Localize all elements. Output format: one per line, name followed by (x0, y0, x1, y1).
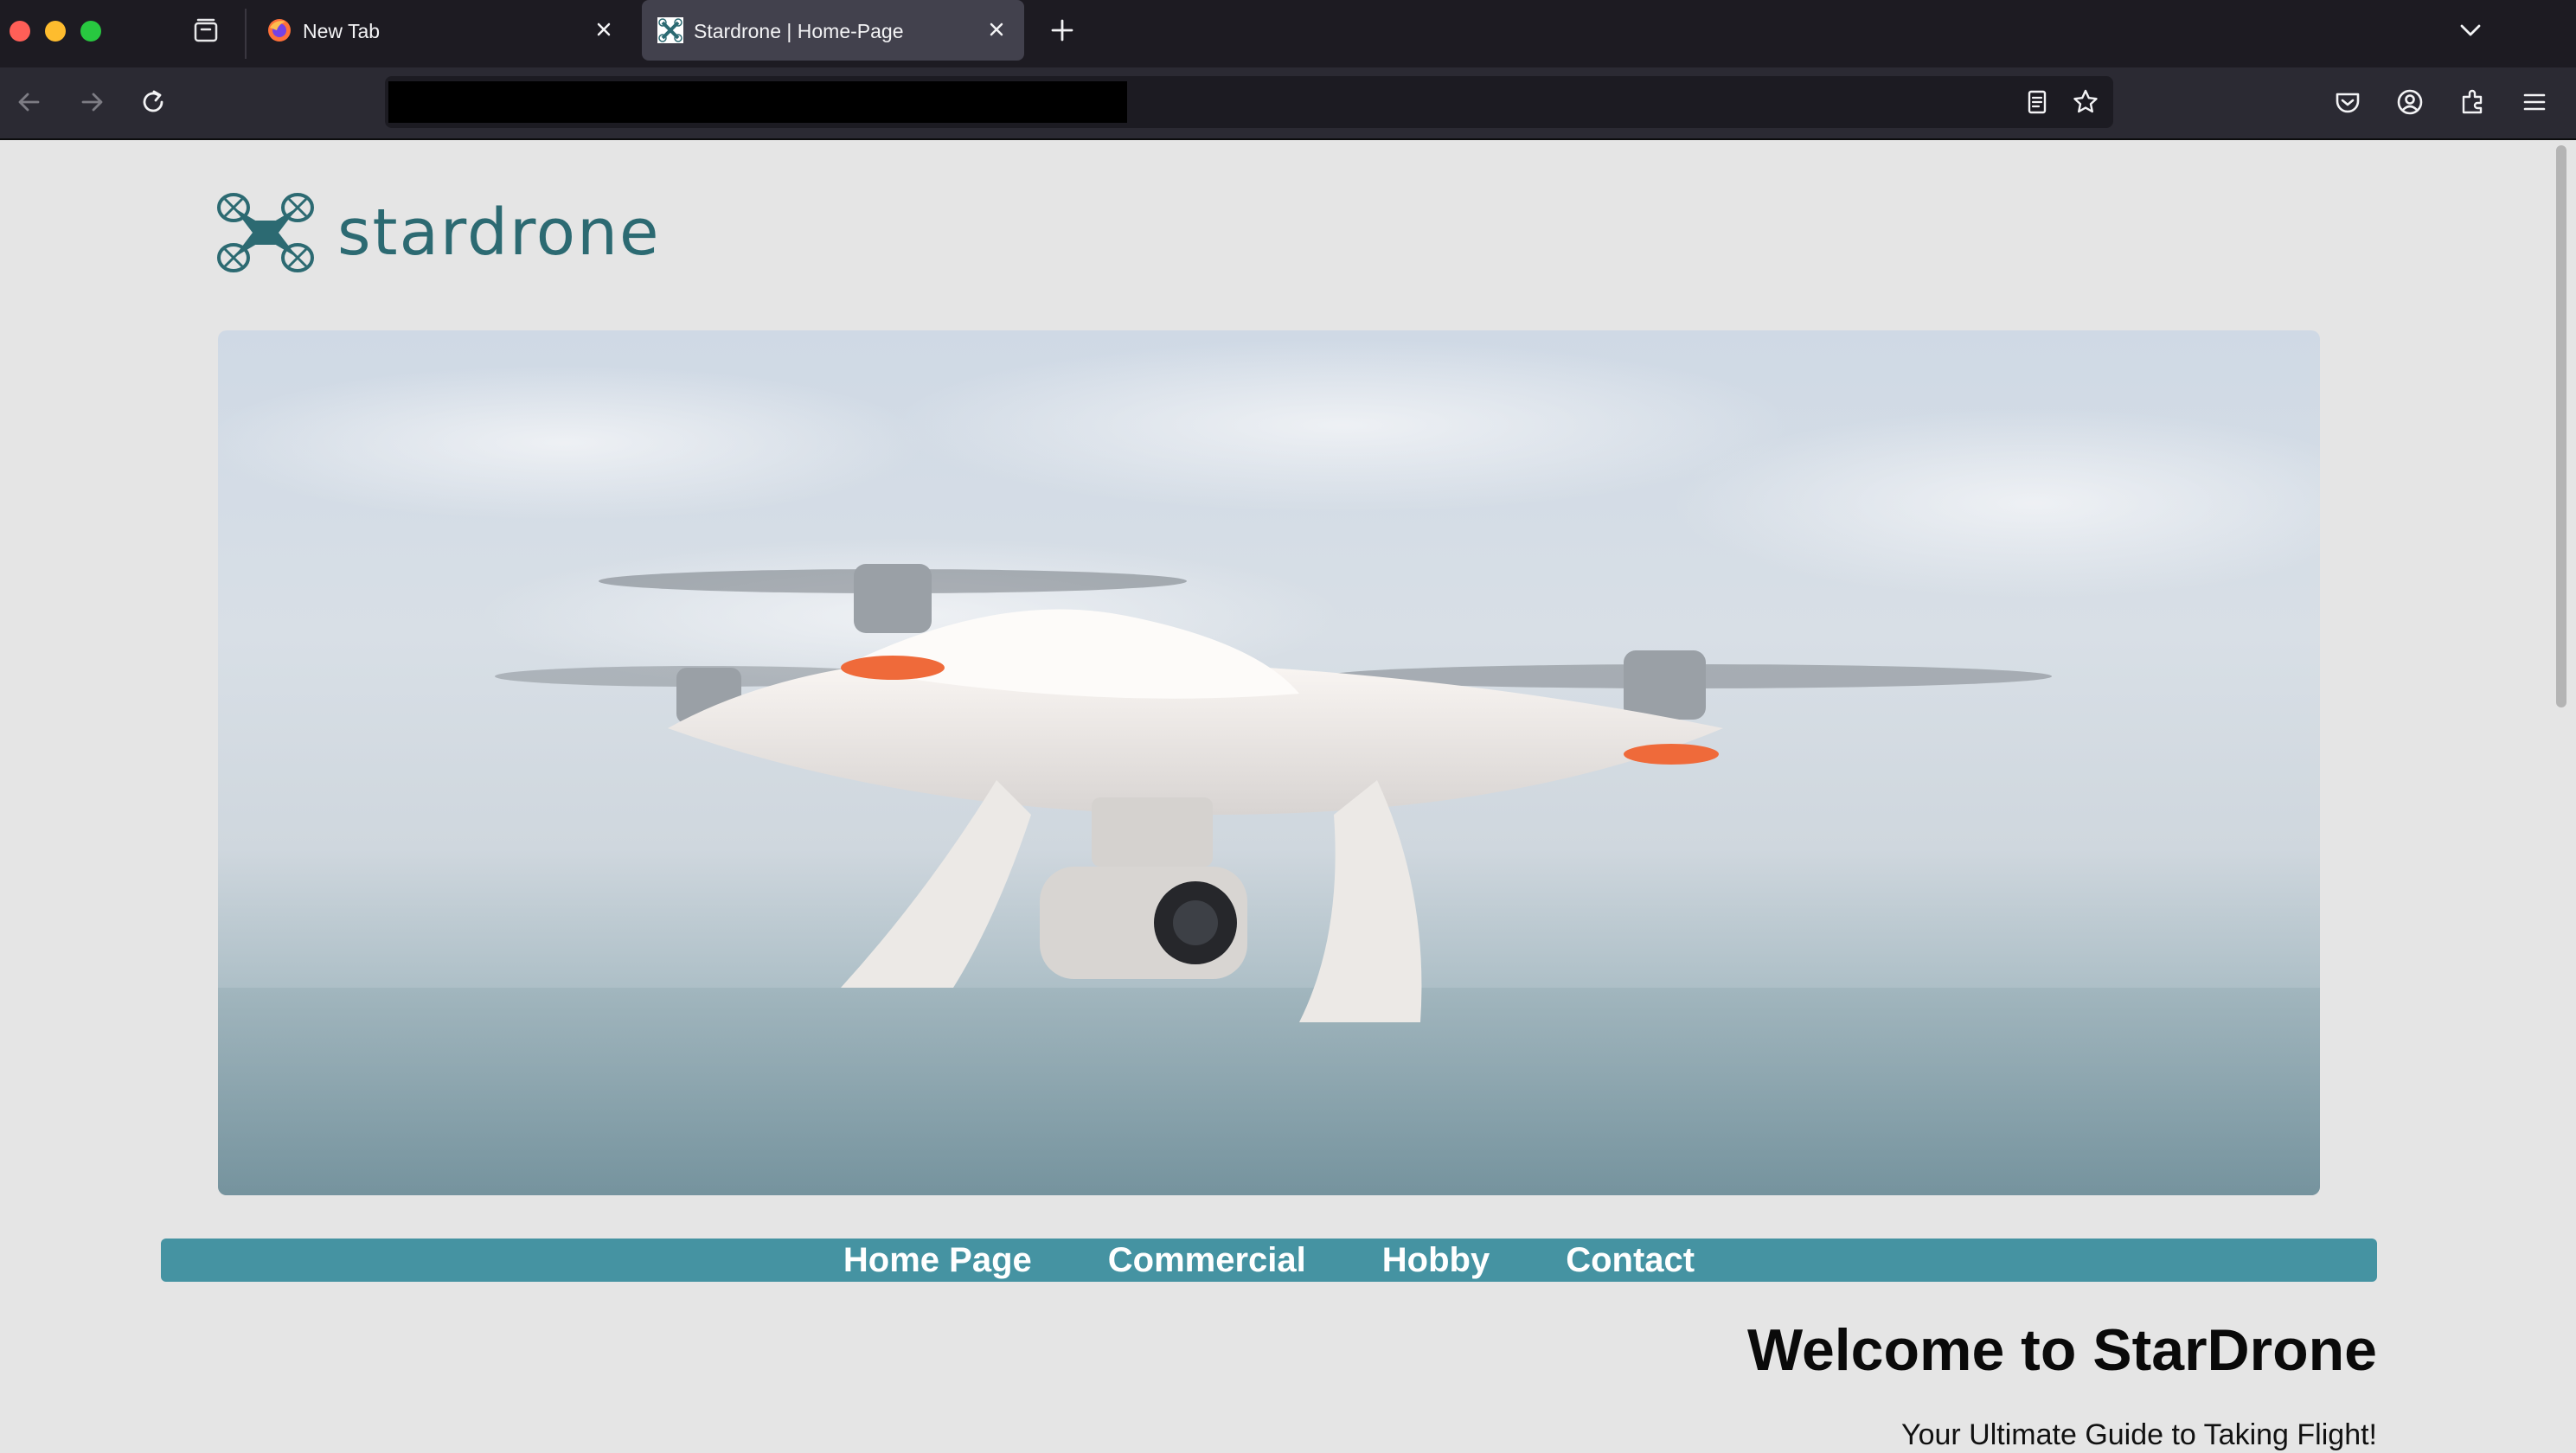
pocket-icon[interactable] (2330, 85, 2365, 119)
back-icon[interactable] (12, 85, 47, 119)
chevron-down-icon[interactable] (2455, 15, 2486, 46)
stardrone-favicon (657, 17, 683, 43)
url-bar[interactable] (385, 76, 2113, 128)
extensions-icon[interactable] (2455, 85, 2489, 119)
menu-icon[interactable] (2517, 85, 2552, 119)
nav-link-contact[interactable]: Contact (1566, 1243, 1695, 1277)
drone-photo (218, 339, 2320, 1195)
tagline: Your Ultimate Guide to Taking Flight! (1901, 1418, 2377, 1451)
nav-link-hobby[interactable]: Hobby (1382, 1243, 1490, 1277)
reload-icon[interactable] (137, 85, 171, 119)
nav-link-commercial[interactable]: Commercial (1108, 1243, 1306, 1277)
logo-wordmark: stardrone (337, 195, 661, 270)
new-tab-plus-icon[interactable] (1047, 15, 1078, 46)
firefox-view-icon[interactable] (190, 16, 221, 47)
minimize-window-button[interactable] (45, 21, 66, 42)
tab-title: New Tab (303, 20, 381, 42)
close-tab-icon[interactable] (983, 16, 1010, 43)
page-viewport: stardrone Home Page Commercial Hobby Con… (0, 140, 2576, 1453)
tab-stardrone-home[interactable]: Stardrone | Home-Page (642, 0, 1024, 61)
account-icon[interactable] (2393, 85, 2427, 119)
reader-view-icon[interactable] (2022, 86, 2053, 118)
forward-icon[interactable] (74, 85, 109, 119)
hero-drone-image (218, 330, 2320, 1195)
close-window-button[interactable] (10, 21, 30, 42)
nav-link-home-page[interactable]: Home Page (843, 1243, 1032, 1277)
tab-separator (245, 9, 247, 59)
url-text-redacted[interactable] (388, 81, 1127, 123)
drone-logo-icon (217, 193, 314, 272)
browser-toolbar (0, 67, 2576, 140)
tab-title: Stardrone | Home-Page (694, 20, 904, 42)
bookmark-star-icon[interactable] (2070, 86, 2101, 118)
tab-new-tab[interactable]: New Tab (251, 0, 631, 61)
main-navigation-bar: Home Page Commercial Hobby Contact (161, 1239, 2377, 1282)
firefox-icon (268, 19, 291, 42)
browser-tab-bar: New Tab Stardrone | Home-Page (0, 0, 2576, 67)
welcome-heading: Welcome to StarDrone (1746, 1317, 2377, 1383)
scrollbar-thumb[interactable] (2556, 145, 2566, 707)
close-tab-icon[interactable] (590, 16, 618, 43)
site-logo[interactable]: stardrone (216, 192, 661, 273)
maximize-window-button[interactable] (80, 21, 101, 42)
